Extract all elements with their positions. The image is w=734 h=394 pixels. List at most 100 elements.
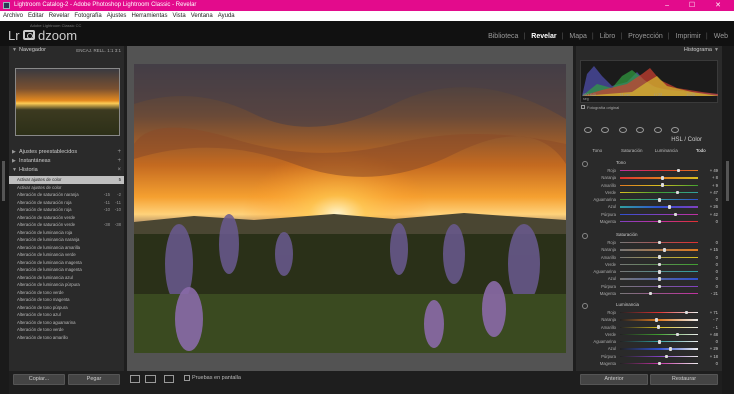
red-eye-icon[interactable] — [618, 127, 627, 133]
history-item[interactable]: Alteración de luminancia amarilla — [9, 244, 124, 252]
history-item[interactable]: Alteración de luminancia verde — [9, 251, 124, 259]
hsl-slider-value[interactable]: 0 — [704, 239, 718, 246]
hsl-tab-0[interactable]: Tono — [580, 148, 615, 156]
reset-button[interactable]: Restaurar — [650, 374, 718, 385]
loupe-view-icon[interactable] — [130, 375, 140, 383]
module-1[interactable]: Revelar — [531, 33, 556, 40]
previous-button[interactable]: Anterior — [580, 374, 648, 385]
menu-item-2[interactable]: Revelar — [49, 13, 70, 19]
hsl-slider-knob[interactable] — [676, 332, 680, 337]
hsl-slider-track[interactable] — [620, 348, 698, 350]
hsl-slider-knob[interactable] — [657, 277, 661, 281]
history-item[interactable]: Alteración de luminancia roja — [9, 229, 124, 237]
hsl-slider-value[interactable]: 0 — [704, 254, 718, 261]
hsl-slider-knob[interactable] — [657, 262, 661, 267]
history-header[interactable]: ▼ Historia × — [9, 166, 124, 175]
clear-history-icon[interactable]: × — [117, 166, 121, 175]
add-preset-icon[interactable]: + — [117, 148, 121, 157]
history-item[interactable]: Alteración de tono púrpura — [9, 304, 124, 312]
hsl-slider-knob[interactable] — [663, 248, 667, 252]
radial-filter-icon[interactable] — [653, 127, 662, 133]
hsl-tab-2[interactable]: Luminancia — [649, 148, 684, 156]
hsl-slider-track[interactable] — [620, 177, 698, 179]
module-2[interactable]: Mapa — [569, 33, 587, 40]
history-item[interactable]: Alteración de saturación roja -11 -11 — [9, 199, 124, 207]
hsl-slider-value[interactable]: + 9 — [704, 182, 718, 189]
history-item[interactable]: Alteración de tono amarillo — [9, 334, 124, 342]
history-item[interactable]: Alteración de tono azul — [9, 311, 124, 319]
history-item[interactable]: Alteración de tono magenta — [9, 296, 124, 304]
hsl-slider-knob[interactable] — [657, 325, 661, 329]
hsl-slider-value[interactable]: + 71 — [704, 309, 718, 316]
hsl-slider-value[interactable]: - 7 — [704, 316, 718, 323]
add-snapshot-icon[interactable]: + — [117, 157, 121, 166]
hsl-slider-knob[interactable] — [657, 219, 661, 224]
menu-item-7[interactable]: Ventana — [191, 13, 213, 19]
right-edge-strip[interactable] — [722, 46, 734, 394]
hsl-slider-knob[interactable] — [676, 168, 680, 173]
soft-proof-checkbox[interactable] — [184, 375, 190, 381]
hsl-slider-knob[interactable] — [664, 354, 668, 359]
hsl-slider-value[interactable]: 0 — [704, 261, 718, 268]
menu-item-1[interactable]: Editar — [28, 13, 44, 19]
hsl-slider-track[interactable] — [620, 184, 698, 186]
hsl-slider-value[interactable]: + 49 — [704, 167, 718, 174]
history-item[interactable]: Alteración de luminancia naranja — [9, 236, 124, 244]
module-0[interactable]: Biblioteca — [488, 33, 518, 40]
hsl-slider-track[interactable] — [620, 319, 698, 321]
hsl-slider-value[interactable]: 0 — [704, 338, 718, 345]
hsl-slider-track[interactable] — [620, 170, 698, 172]
hsl-slider-knob[interactable] — [657, 197, 661, 202]
hsl-slider-track[interactable] — [620, 355, 698, 358]
hsl-slider-value[interactable]: + 26 — [704, 203, 718, 210]
hsl-slider-knob[interactable] — [661, 183, 664, 187]
copy-button[interactable]: Copiar... — [13, 374, 65, 385]
hsl-slider-knob[interactable] — [654, 318, 658, 322]
hsl-slider-knob[interactable] — [673, 212, 677, 217]
zoom-options[interactable]: ENCAJ. RELL. 1:1 3:1 — [76, 46, 121, 55]
hsl-slider-track[interactable] — [620, 293, 698, 295]
hsl-slider-value[interactable]: + 8 — [704, 174, 718, 181]
spot-removal-icon[interactable] — [601, 127, 610, 133]
hsl-slider-value[interactable]: + 29 — [704, 345, 718, 352]
history-item[interactable]: Alteración de tono aguamarina — [9, 319, 124, 327]
window-controls[interactable]: – ☐ ✕ — [665, 0, 730, 11]
module-5[interactable]: Imprimir — [676, 33, 701, 40]
hsl-slider-value[interactable]: 0 — [704, 360, 718, 367]
paste-button[interactable]: Pegar — [68, 374, 120, 385]
hsl-header[interactable]: HSL / Color — [576, 137, 722, 146]
navigator-header[interactable]: ▼ Navegador ENCAJ. RELL. 1:1 3:1 — [9, 46, 124, 55]
photo-preview[interactable] — [134, 64, 566, 353]
hsl-slider-knob[interactable] — [657, 269, 661, 274]
original-photo-checkbox[interactable] — [581, 105, 585, 109]
menu-item-8[interactable]: Ayuda — [218, 13, 235, 19]
menu-item-5[interactable]: Herramientas — [131, 13, 167, 19]
menu-item-6[interactable]: Vista — [172, 13, 185, 19]
snapshots-header[interactable]: ▶ Instantáneas + — [9, 157, 124, 166]
hsl-slider-track[interactable] — [620, 249, 698, 251]
hsl-slider-knob[interactable] — [667, 205, 671, 209]
menu-item-0[interactable]: Archivo — [3, 13, 23, 19]
history-item[interactable]: Alteración de saturación roja -10 -10 — [9, 206, 124, 214]
hsl-slider-track[interactable] — [620, 333, 698, 336]
hsl-slider-value[interactable]: - 1 — [704, 324, 718, 331]
presets-header[interactable]: ▶ Ajustes preestablecidos + — [9, 148, 124, 157]
before-after-split-icon[interactable] — [164, 375, 174, 383]
history-item[interactable]: Alteración de tono verde — [9, 326, 124, 334]
hsl-slider-track[interactable] — [620, 206, 698, 208]
history-item[interactable]: Alteración de saturación verde -38 -38 — [9, 221, 124, 229]
hsl-slider-knob[interactable] — [657, 284, 661, 289]
histogram-header[interactable]: Histograma ▼ — [576, 46, 722, 55]
navigator-thumbnail[interactable] — [15, 68, 120, 136]
hsl-slider-value[interactable]: + 15 — [704, 246, 718, 253]
history-item[interactable]: Alteración de saturación naranja -15 -2 — [9, 191, 124, 199]
module-4[interactable]: Proyección — [628, 33, 663, 40]
before-after-icon[interactable] — [145, 375, 156, 383]
hsl-slider-knob[interactable] — [668, 347, 672, 351]
module-6[interactable]: Web — [714, 33, 728, 40]
history-item[interactable]: Alteración de luminancia magenta — [9, 259, 124, 267]
hsl-slider-knob[interactable] — [657, 255, 661, 259]
hsl-slider-value[interactable]: + 18 — [704, 353, 718, 360]
history-item[interactable]: Activar ajustes de color 5 — [9, 176, 124, 184]
history-item[interactable]: Alteración de saturación verde — [9, 214, 124, 222]
